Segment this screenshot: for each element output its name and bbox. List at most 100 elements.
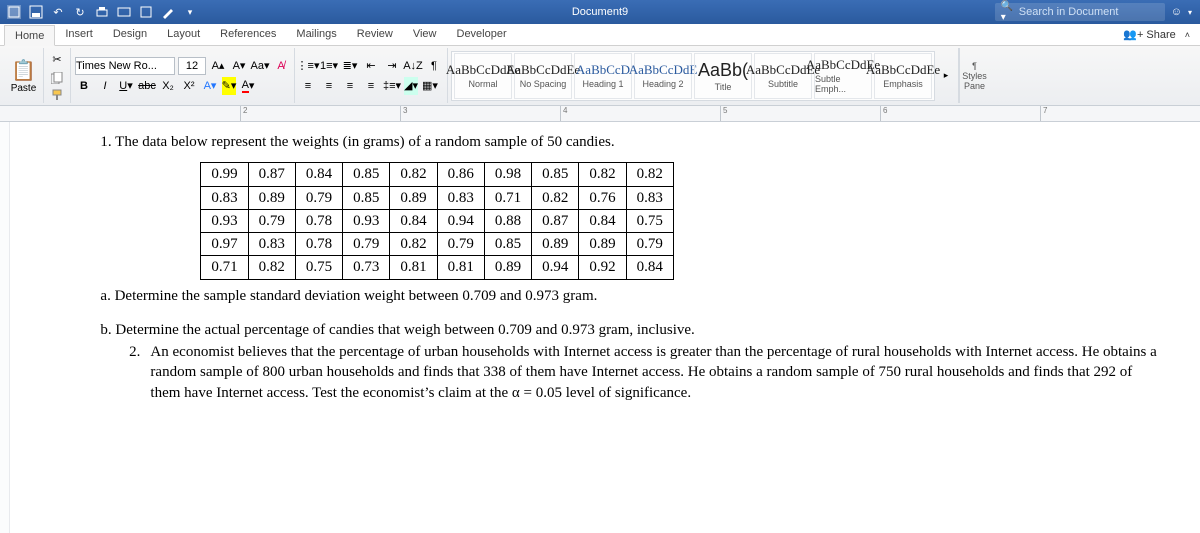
quick-access-toolbar: ↶ ↻ ▾ (0, 4, 204, 20)
styles-more-icon[interactable]: ▸ (937, 53, 955, 99)
strike-button[interactable]: abc (138, 77, 156, 95)
font-family-select[interactable] (75, 57, 175, 75)
candy-weight-table: 0.990.870.840.850.820.860.980.850.820.82… (200, 162, 674, 279)
shrink-font-icon[interactable]: A▾ (230, 57, 248, 75)
table-cell: 0.89 (532, 233, 579, 256)
undo-icon[interactable]: ↶ (50, 4, 66, 20)
multilevel-icon[interactable]: ≣▾ (341, 57, 359, 75)
table-cell: 0.89 (579, 233, 626, 256)
style-tile-heading-1[interactable]: AaBbCcDHeading 1 (574, 53, 632, 99)
tab-review[interactable]: Review (347, 24, 403, 45)
print-icon[interactable] (94, 4, 110, 20)
numbering-icon[interactable]: 1≡▾ (320, 57, 338, 75)
sort-icon[interactable]: A↓Z (404, 57, 422, 75)
tab-references[interactable]: References (210, 24, 286, 45)
collapse-ribbon-icon[interactable]: ˄ (1185, 30, 1190, 40)
vertical-ruler[interactable] (0, 122, 10, 533)
redo-icon[interactable]: ↻ (72, 4, 88, 20)
save-icon[interactable] (28, 4, 44, 20)
touch-icon[interactable] (138, 4, 154, 20)
tab-developer[interactable]: Developer (447, 24, 517, 45)
table-cell: 0.79 (295, 186, 342, 209)
table-cell: 0.92 (579, 256, 626, 279)
copy-icon[interactable] (48, 70, 66, 86)
search-box[interactable]: 🔍▾ (995, 3, 1165, 21)
tab-home[interactable]: Home (4, 25, 55, 46)
styles-pane-button[interactable]: ¶ Styles Pane (959, 48, 989, 103)
table-cell: 0.97 (201, 233, 248, 256)
tab-view[interactable]: View (403, 24, 447, 45)
tab-design[interactable]: Design (103, 24, 157, 45)
table-cell: 0.99 (201, 163, 248, 186)
style-tile-no-spacing[interactable]: AaBbCcDdEeNo Spacing (514, 53, 572, 99)
question-1a: a. Determine the sample standard deviati… (100, 286, 1160, 306)
font-group: A▴ A▾ Aa▾ A̸ B I U▾ abc X₂ X² A▾ ✎▾ A▾ (71, 48, 295, 103)
line-spacing-icon[interactable]: ‡≡▾ (383, 77, 401, 95)
table-cell: 0.79 (343, 233, 390, 256)
feedback-dropdown-icon[interactable]: ▾ (1188, 8, 1192, 17)
table-cell: 0.85 (343, 163, 390, 186)
text-effects-icon[interactable]: A▾ (201, 77, 219, 95)
style-tile-normal[interactable]: AaBbCcDdEeNormal (454, 53, 512, 99)
font-size-select[interactable] (178, 57, 206, 75)
align-center-icon[interactable]: ≡ (320, 77, 338, 95)
viewmode-icon[interactable] (116, 4, 132, 20)
superscript-button[interactable]: X² (180, 77, 198, 95)
align-left-icon[interactable]: ≡ (299, 77, 317, 95)
table-cell: 0.82 (248, 256, 295, 279)
table-cell: 0.89 (484, 256, 531, 279)
table-cell: 0.81 (390, 256, 437, 279)
subscript-button[interactable]: X₂ (159, 77, 177, 95)
bold-button[interactable]: B (75, 77, 93, 95)
page-content[interactable]: 1. The data below represent the weights … (10, 122, 1200, 533)
horizontal-ruler[interactable]: 234567 (0, 106, 1200, 122)
table-cell: 0.93 (343, 209, 390, 232)
style-tile-emphasis[interactable]: AaBbCcDdEeEmphasis (874, 53, 932, 99)
table-cell: 0.79 (248, 209, 295, 232)
shading-icon[interactable]: ◢▾ (404, 77, 418, 95)
title-bar: ↶ ↻ ▾ Document9 🔍▾ ☺ ▾ (0, 0, 1200, 24)
feedback-icon[interactable]: ☺ (1171, 6, 1182, 18)
editing-icon[interactable] (160, 4, 176, 20)
tab-mailings[interactable]: Mailings (286, 24, 346, 45)
align-right-icon[interactable]: ≡ (341, 77, 359, 95)
clipboard-group: 📋 Paste (4, 48, 44, 103)
paste-label[interactable]: Paste (8, 83, 39, 94)
styles-pane-icon: ¶ (972, 61, 977, 71)
tab-insert[interactable]: Insert (55, 24, 103, 45)
borders-icon[interactable]: ▦▾ (421, 77, 439, 95)
highlight-icon[interactable]: ✎▾ (222, 77, 236, 95)
app-icon[interactable] (6, 4, 22, 20)
table-cell: 0.76 (579, 186, 626, 209)
paste-icon[interactable]: 📋 (8, 58, 39, 83)
indent-icon[interactable]: ⇥ (383, 57, 401, 75)
table-cell: 0.98 (484, 163, 531, 186)
style-tile-heading-2[interactable]: AaBbCcDdEHeading 2 (634, 53, 692, 99)
justify-icon[interactable]: ≡ (362, 77, 380, 95)
style-tile-subtitle[interactable]: AaBbCcDdEeSubtitle (754, 53, 812, 99)
table-cell: 0.81 (437, 256, 484, 279)
show-marks-icon[interactable]: ¶ (425, 57, 443, 75)
styles-gallery[interactable]: AaBbCcDdEeNormalAaBbCcDdEeNo SpacingAaBb… (451, 51, 935, 101)
table-cell: 0.82 (532, 186, 579, 209)
format-painter-icon[interactable] (48, 87, 66, 103)
search-input[interactable] (1019, 6, 1159, 18)
change-case-icon[interactable]: Aa▾ (251, 57, 269, 75)
tab-layout[interactable]: Layout (157, 24, 210, 45)
table-cell: 0.73 (343, 256, 390, 279)
style-tile-title[interactable]: AaBb(Title (694, 53, 752, 99)
qat-more-icon[interactable]: ▾ (182, 4, 198, 20)
cut-icon[interactable]: ✂ (48, 52, 66, 68)
bullets-icon[interactable]: ⋮≡▾ (299, 57, 317, 75)
font-color-icon[interactable]: A▾ (239, 77, 257, 95)
outdent-icon[interactable]: ⇤ (362, 57, 380, 75)
clear-format-icon[interactable]: A̸ (272, 57, 290, 75)
table-cell: 0.94 (437, 209, 484, 232)
italic-button[interactable]: I (96, 77, 114, 95)
table-cell: 0.82 (626, 163, 673, 186)
underline-button[interactable]: U▾ (117, 77, 135, 95)
table-cell: 0.78 (295, 233, 342, 256)
grow-font-icon[interactable]: A▴ (209, 57, 227, 75)
style-tile-subtle-emph-[interactable]: AaBbCcDdEeSubtle Emph... (814, 53, 872, 99)
share-button[interactable]: 👥+ Share ˄ (1113, 24, 1200, 45)
